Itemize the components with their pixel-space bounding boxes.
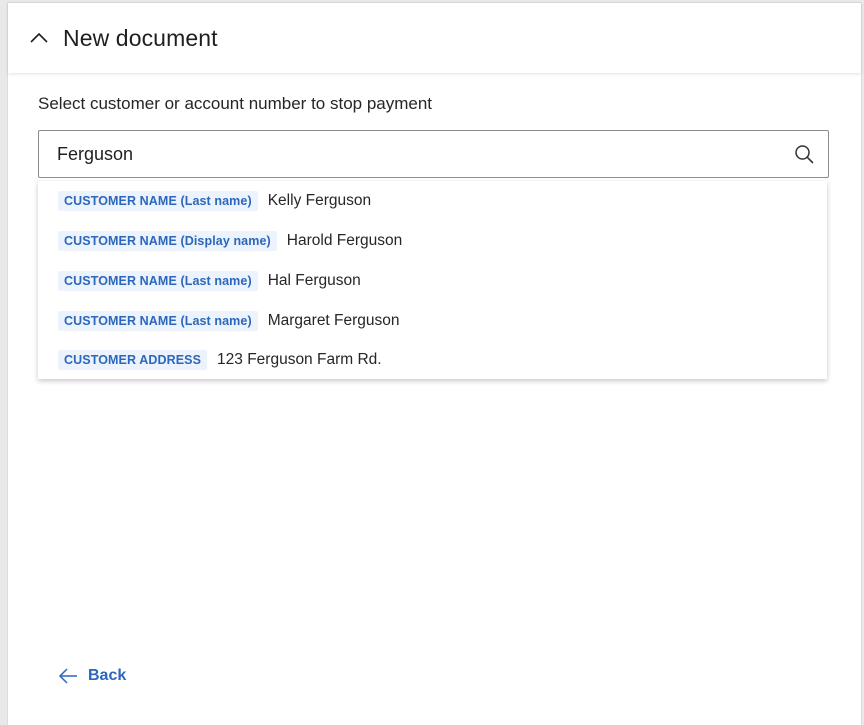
result-value: Margaret Ferguson — [267, 312, 400, 329]
result-type-tag: CUSTOMER NAME (Last name) — [58, 311, 258, 331]
customer-search-field[interactable] — [38, 130, 829, 178]
search-result-item[interactable]: CUSTOMER ADDRESS 123 Ferguson Farm Rd. — [58, 348, 382, 372]
document-panel: New document Select customer or account … — [7, 2, 862, 725]
panel-header: New document — [8, 3, 861, 73]
search-result-item[interactable]: CUSTOMER NAME (Display name) Harold Ferg… — [58, 229, 402, 253]
search-field-label: Select customer or account number to sto… — [38, 94, 433, 113]
search-result-item[interactable]: CUSTOMER NAME (Last name) Hal Ferguson — [58, 269, 361, 293]
back-button[interactable]: Back — [58, 663, 126, 689]
result-type-tag: CUSTOMER NAME (Display name) — [58, 231, 277, 251]
arrow-left-icon — [58, 668, 77, 684]
back-button-label: Back — [88, 667, 127, 684]
chevron-up-icon — [30, 32, 48, 43]
result-value: 123 Ferguson Farm Rd. — [217, 351, 382, 368]
result-value: Harold Ferguson — [286, 232, 403, 249]
result-type-tag: CUSTOMER NAME (Last name) — [58, 271, 258, 291]
result-type-tag: CUSTOMER ADDRESS — [58, 350, 208, 370]
result-value: Kelly Ferguson — [267, 192, 372, 209]
search-results-dropdown: CUSTOMER NAME (Last name) Kelly Ferguson… — [38, 181, 827, 379]
page-title: New document — [63, 24, 218, 51]
result-type-tag: CUSTOMER NAME (Last name) — [58, 191, 258, 211]
collapse-toggle[interactable]: New document — [28, 21, 218, 55]
search-result-item[interactable]: CUSTOMER NAME (Last name) Kelly Ferguson — [58, 189, 371, 213]
search-result-item[interactable]: CUSTOMER NAME (Last name) Margaret Fergu… — [58, 309, 400, 333]
result-value: Hal Ferguson — [267, 272, 361, 289]
search-icon[interactable] — [794, 144, 814, 164]
search-input[interactable] — [57, 131, 777, 177]
